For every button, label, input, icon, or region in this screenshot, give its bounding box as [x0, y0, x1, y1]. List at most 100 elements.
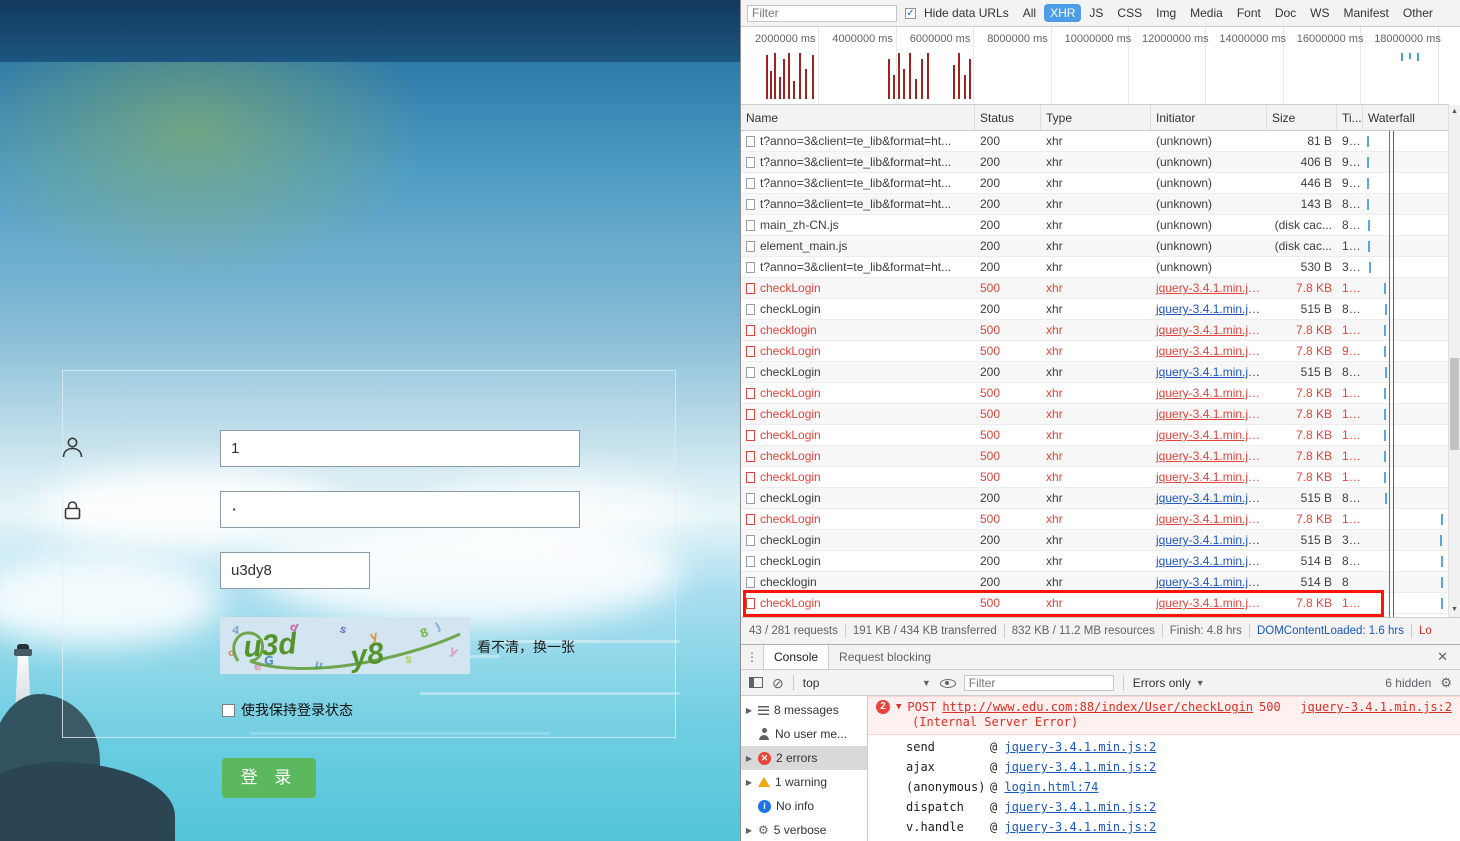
network-request-row[interactable]: checkLogin200xhrjquery-3.4.1.min.js:2515… [741, 299, 1449, 320]
network-filter-all[interactable]: All [1017, 4, 1042, 22]
network-request-row[interactable]: checkLogin500xhrjquery-3.4.1.min.js:27.8… [741, 383, 1449, 404]
column-header-waterfall[interactable]: Waterfall [1363, 105, 1449, 130]
request-time: 8... [1337, 299, 1363, 319]
network-request-row[interactable]: t?anno=3&client=te_lib&format=ht...200xh… [741, 257, 1449, 278]
network-request-row[interactable]: checkLogin500xhrjquery-3.4.1.min.js:27.8… [741, 509, 1449, 530]
network-request-row[interactable]: checkLogin500xhrjquery-3.4.1.min.js:27.8… [741, 404, 1449, 425]
network-request-row[interactable]: checkLogin200xhrjquery-3.4.1.min.js:2515… [741, 488, 1449, 509]
initiator-link[interactable]: jquery-3.4.1.min.js:2 [1156, 302, 1264, 316]
log-level-filter[interactable]: Errors only ▼ [1133, 676, 1205, 690]
console-sidebar-item-1-warning[interactable]: ▶1 warning [741, 770, 867, 794]
file-icon [746, 577, 755, 588]
username-input[interactable] [220, 430, 580, 467]
error-source-link[interactable]: jquery-3.4.1.min.js:2 [1300, 700, 1452, 714]
scroll-up-arrow[interactable]: ▲ [1449, 105, 1460, 119]
initiator-link[interactable]: jquery-3.4.1.min.js:2 [1156, 575, 1264, 589]
network-request-row[interactable]: element_main.js200xhr(unknown)(disk cac.… [741, 236, 1449, 257]
captcha-input[interactable] [220, 552, 370, 589]
network-request-row[interactable]: checkLogin500xhrjquery-3.4.1.min.js:27.8… [741, 425, 1449, 446]
initiator-link[interactable]: jquery-3.4.1.min.js:2 [1156, 407, 1264, 421]
initiator-link[interactable]: jquery-3.4.1.min.js:2 [1156, 554, 1264, 568]
hidden-messages-count[interactable]: 6 hidden [1385, 676, 1431, 690]
network-request-row[interactable]: checkLogin200xhrjquery-3.4.1.min.js:2515… [741, 530, 1449, 551]
hide-data-urls-checkbox[interactable]: ✓ [905, 8, 916, 19]
initiator-link[interactable]: jquery-3.4.1.min.js:2 [1156, 449, 1264, 463]
column-header-name[interactable]: Name [741, 105, 975, 130]
live-expression-eye-icon[interactable] [940, 676, 955, 689]
login-button[interactable]: 登 录 [222, 758, 316, 798]
network-request-row[interactable]: main_zh-CN.js200xhr(unknown)(disk cac...… [741, 215, 1449, 236]
initiator-link[interactable]: jquery-3.4.1.min.js:2 [1156, 365, 1264, 379]
network-request-row[interactable]: checkLogin500xhrjquery-3.4.1.min.js:27.8… [741, 446, 1449, 467]
console-sidebar-item-5-verbose[interactable]: ▶⚙5 verbose [741, 818, 867, 841]
captcha-refresh-link[interactable]: 看不清，换一张 [477, 637, 575, 657]
column-header-time[interactable]: Ti... [1337, 105, 1363, 130]
network-request-row[interactable]: checkLogin200xhrjquery-3.4.1.min.js:2515… [741, 362, 1449, 383]
console-sidebar-item-no-user-me[interactable]: No user me... [741, 722, 867, 746]
network-filter-font[interactable]: Font [1231, 4, 1267, 22]
captcha-image[interactable]: 4oedGµsys8Jy u3d y8 [220, 617, 470, 674]
console-sidebar-item-8-messages[interactable]: ▶8 messages [741, 698, 867, 722]
network-filter-manifest[interactable]: Manifest [1338, 4, 1395, 22]
network-request-row[interactable]: checkLogin500xhrjquery-3.4.1.min.js:27.8… [741, 467, 1449, 488]
network-request-row[interactable]: t?anno=3&client=te_lib&format=ht...200xh… [741, 152, 1449, 173]
network-request-row[interactable]: checkLogin500xhrjquery-3.4.1.min.js:27.8… [741, 278, 1449, 299]
scroll-down-arrow[interactable]: ▼ [1449, 603, 1460, 617]
remember-me-checkbox[interactable] [222, 704, 235, 717]
file-icon [746, 325, 755, 336]
column-header-status[interactable]: Status [975, 105, 1041, 130]
summary-divider [1249, 624, 1250, 638]
drawer-menu-icon[interactable]: ⋮ [741, 650, 763, 664]
network-filter-css[interactable]: CSS [1111, 4, 1148, 22]
network-filter-xhr[interactable]: XHR [1044, 4, 1081, 22]
column-header-initiator[interactable]: Initiator [1151, 105, 1267, 130]
console-filter-input[interactable] [964, 675, 1114, 691]
network-filter-js[interactable]: JS [1083, 4, 1109, 22]
initiator-link[interactable]: jquery-3.4.1.min.js:2 [1156, 281, 1264, 295]
password-input[interactable] [220, 491, 580, 528]
error-url-link[interactable]: http://www.edu.com:88/index/User/checkLo… [942, 700, 1253, 714]
network-request-row[interactable]: checkLogin200xhrjquery-3.4.1.min.js:2514… [741, 551, 1449, 572]
network-filter-img[interactable]: Img [1150, 4, 1182, 22]
stack-source-link[interactable]: jquery-3.4.1.min.js:2 [1004, 800, 1156, 814]
network-timeline-overview[interactable]: 2000000 ms4000000 ms6000000 ms8000000 ms… [741, 27, 1449, 105]
collapse-triangle-icon[interactable]: ▼ [896, 702, 901, 712]
network-filter-ws[interactable]: WS [1304, 4, 1335, 22]
network-request-row[interactable]: t?anno=3&client=te_lib&format=ht...200xh… [741, 131, 1449, 152]
network-request-row[interactable]: t?anno=3&client=te_lib&format=ht...200xh… [741, 194, 1449, 215]
initiator-link[interactable]: jquery-3.4.1.min.js:2 [1156, 323, 1264, 337]
execution-context-select[interactable]: top ▼ [803, 676, 931, 690]
network-filter-doc[interactable]: Doc [1269, 4, 1302, 22]
initiator-link[interactable]: jquery-3.4.1.min.js:2 [1156, 491, 1264, 505]
close-drawer-icon[interactable]: ✕ [1425, 649, 1460, 665]
network-request-row[interactable]: checklogin500xhrjquery-3.4.1.min.js:27.8… [741, 320, 1449, 341]
console-sidebar-item-2-errors[interactable]: ▶✕2 errors [741, 746, 867, 770]
initiator-link[interactable]: jquery-3.4.1.min.js:2 [1156, 512, 1264, 526]
console-sidebar-toggle-icon[interactable] [749, 677, 763, 688]
stack-source-link[interactable]: jquery-3.4.1.min.js:2 [1004, 740, 1156, 754]
initiator-link[interactable]: jquery-3.4.1.min.js:2 [1156, 470, 1264, 484]
column-header-size[interactable]: Size [1267, 105, 1337, 130]
network-filter-other[interactable]: Other [1397, 4, 1439, 22]
network-scrollbar[interactable]: ▲ ▼ [1448, 105, 1460, 617]
overview-activity-tick [927, 53, 929, 99]
tab-console[interactable]: Console [763, 645, 829, 669]
initiator-link[interactable]: jquery-3.4.1.min.js:2 [1156, 533, 1264, 547]
console-settings-gear-icon[interactable]: ⚙ [1440, 675, 1452, 691]
console-sidebar-item-no-info[interactable]: iNo info [741, 794, 867, 818]
scrollbar-thumb[interactable] [1450, 358, 1459, 450]
initiator-link[interactable]: jquery-3.4.1.min.js:2 [1156, 386, 1264, 400]
console-error-message[interactable]: 2 ▼ POST http://www.edu.com:88/index/Use… [868, 696, 1460, 735]
network-filter-media[interactable]: Media [1184, 4, 1229, 22]
tab-request-blocking[interactable]: Request blocking [829, 645, 941, 669]
initiator-link[interactable]: jquery-3.4.1.min.js:2 [1156, 428, 1264, 442]
network-filter-input[interactable] [747, 5, 897, 22]
stack-source-link[interactable]: jquery-3.4.1.min.js:2 [1004, 820, 1156, 834]
network-request-row[interactable]: t?anno=3&client=te_lib&format=ht...200xh… [741, 173, 1449, 194]
stack-source-link[interactable]: jquery-3.4.1.min.js:2 [1004, 760, 1156, 774]
clear-console-icon[interactable]: ⊘ [772, 676, 784, 690]
initiator-link[interactable]: jquery-3.4.1.min.js:2 [1156, 344, 1264, 358]
network-request-row[interactable]: checkLogin500xhrjquery-3.4.1.min.js:27.8… [741, 341, 1449, 362]
stack-source-link[interactable]: login.html:74 [1004, 780, 1098, 794]
column-header-type[interactable]: Type [1041, 105, 1151, 130]
